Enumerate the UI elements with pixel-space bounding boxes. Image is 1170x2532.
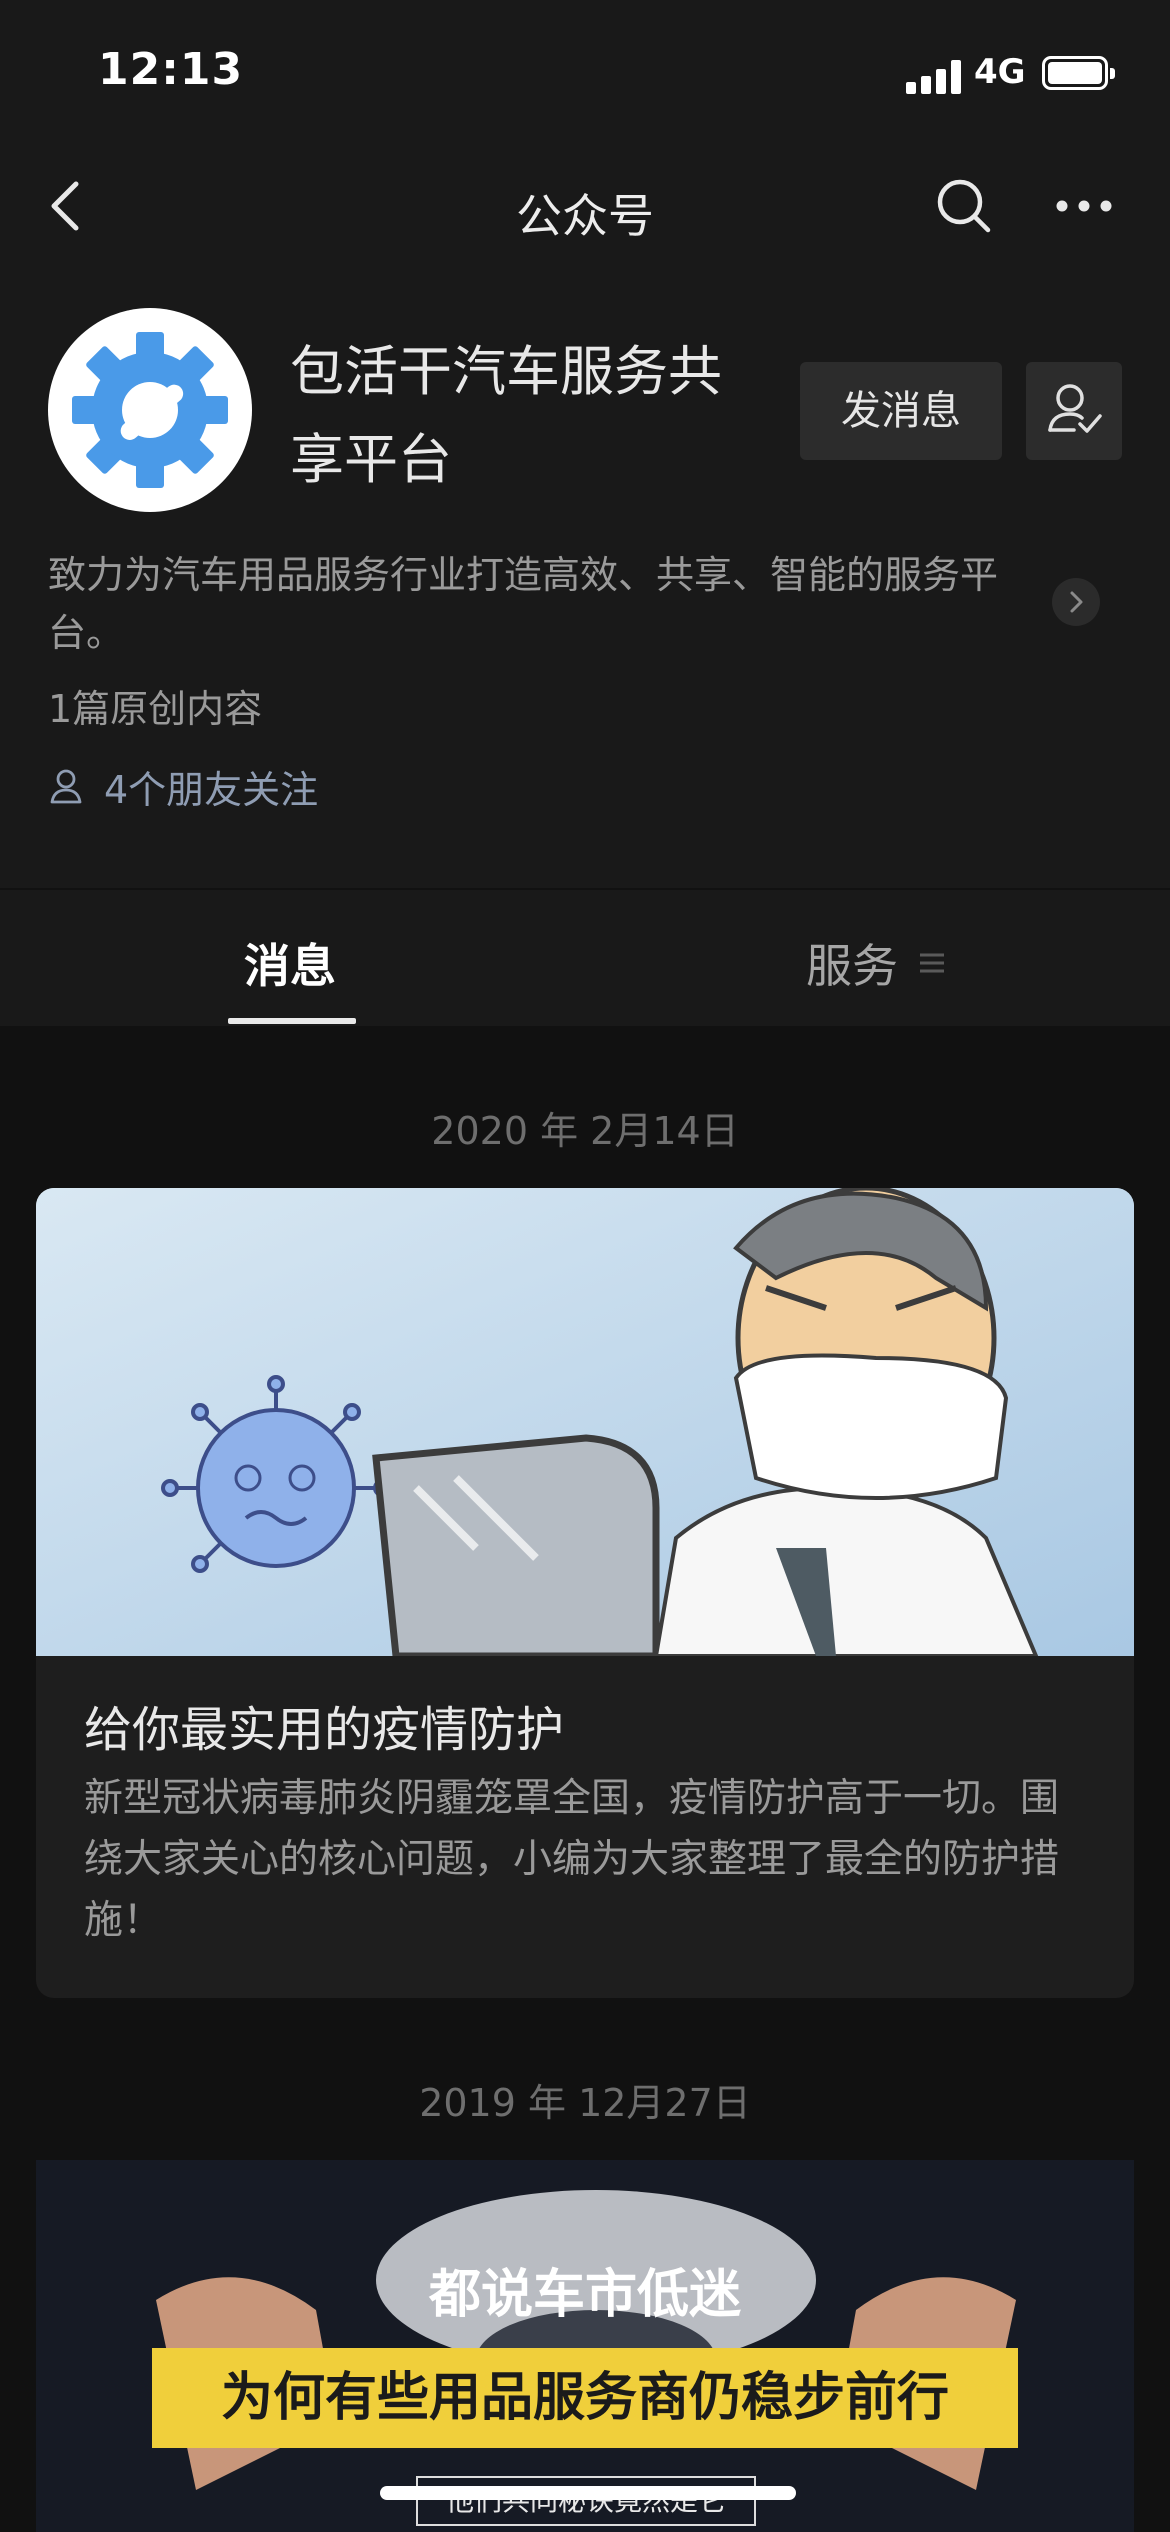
article-date: 2020 年 2月14日 (431, 1109, 739, 1153)
article-title: 给你最实用的疫情防护 (84, 1702, 565, 1758)
nav-bar: 公众号 (0, 150, 1170, 270)
tab-services-label: 服务 (806, 939, 898, 993)
article-cover-image (36, 1188, 1134, 1660)
poster-subheadline: 为何有些用品服务商仍稳步前行 (220, 2368, 949, 2428)
gear-wrench-logo-icon (72, 332, 228, 488)
followed-user-icon (1048, 384, 1102, 433)
signal-icon (906, 60, 962, 94)
status-bar: 12:13 4G (0, 0, 1170, 150)
account-name: 包活干汽车服务共享平台 (290, 340, 722, 491)
poster-caption: 他们共同秘诀竟然是它 (416, 2476, 756, 2526)
active-tab-indicator (228, 1018, 356, 1024)
network-type: 4G (974, 52, 1026, 92)
friends-icon (50, 769, 82, 804)
tab-services[interactable]: 服务 (806, 930, 946, 996)
status-time: 12:13 (98, 44, 244, 95)
tab-bar: 消息 服务 (0, 888, 1170, 1026)
search-icon[interactable] (932, 174, 996, 238)
article-card[interactable]: 都说车市低迷 为何有些用品服务商仍稳步前行 他们共同秘诀竟然是它 (36, 2160, 1134, 2532)
home-indicator[interactable] (380, 2486, 796, 2500)
menu-icon (920, 953, 944, 973)
original-content-count[interactable]: 1篇原创内容 (48, 678, 262, 733)
tab-messages[interactable]: 消息 (244, 930, 336, 996)
send-message-button[interactable]: 发消息 (800, 362, 1002, 460)
article-card[interactable]: 给你最实用的疫情防护 新型冠状病毒肺炎阴霾笼罩全国，疫情防护高于一切。围绕大家关… (36, 1188, 1134, 1998)
chevron-right-icon[interactable] (1052, 578, 1100, 626)
article-summary: 新型冠状病毒肺炎阴霾笼罩全国，疫情防护高于一切。围绕大家关心的核心问题，小编为大… (84, 1776, 1060, 1943)
account-description[interactable]: 致力为汽车用品服务行业打造高效、共享、智能的服务平台。 (48, 546, 1048, 662)
poster-headline: 都说车市低迷 (428, 2265, 741, 2325)
friends-follow-link[interactable]: 4个朋友关注 (48, 758, 318, 814)
more-icon[interactable] (1052, 174, 1116, 238)
article-date: 2019 年 12月27日 (419, 2081, 751, 2125)
account-avatar[interactable] (48, 308, 252, 512)
followed-button[interactable] (1026, 362, 1122, 460)
friends-follow-text: 4个朋友关注 (104, 767, 319, 812)
battery-icon (1042, 56, 1115, 90)
